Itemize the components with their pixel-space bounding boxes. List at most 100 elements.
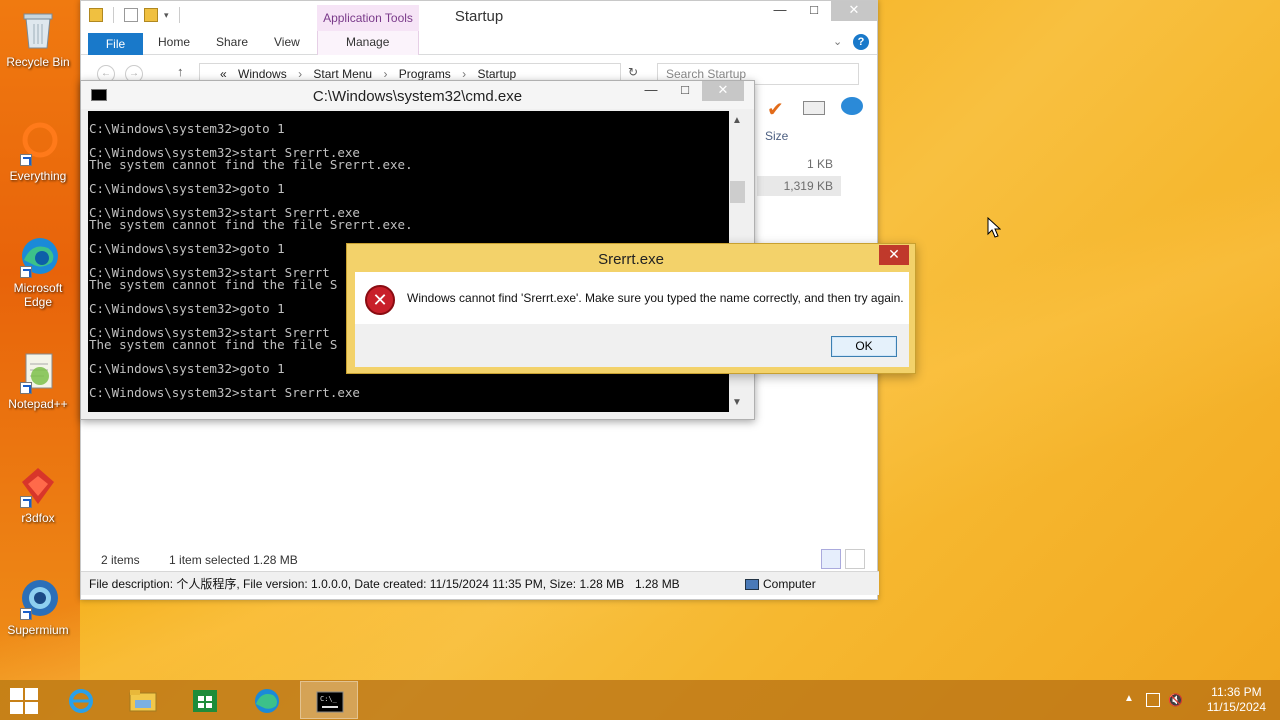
- close-button[interactable]: ✕: [831, 1, 877, 21]
- everything-icon: [16, 122, 60, 166]
- shortcut-arrow-icon: [20, 154, 32, 166]
- desktop-icon-label: Notepad++: [8, 397, 68, 411]
- window-title: Startup: [454, 8, 504, 25]
- minimize-button[interactable]: —: [763, 1, 797, 21]
- breadcrumb-item[interactable]: Start Menu: [313, 67, 372, 81]
- edge-icon: [16, 234, 60, 278]
- tab-home[interactable]: Home: [158, 35, 190, 49]
- taskbar-store[interactable]: [176, 681, 234, 719]
- desktop-icon-notepadpp[interactable]: Notepad++: [2, 350, 74, 411]
- desktop-icon-label: Recycle Bin: [6, 55, 70, 69]
- network-icon[interactable]: [1146, 693, 1160, 707]
- shortcut-arrow-icon: [20, 382, 32, 394]
- clock[interactable]: 11:36 PM 11/15/2024: [1207, 685, 1266, 715]
- chevron-down-icon[interactable]: ▼: [732, 397, 742, 408]
- scrollbar-thumb[interactable]: [730, 181, 745, 203]
- desktop-icon-supermium[interactable]: Supermium: [2, 576, 74, 637]
- notepadpp-icon: [16, 350, 60, 394]
- dialog-message: Windows cannot find 'Srerrt.exe'. Make s…: [407, 291, 904, 305]
- mouse-cursor-icon: [987, 216, 1002, 242]
- show-hidden-icons-icon[interactable]: ▲: [1124, 693, 1138, 707]
- column-header-size[interactable]: Size: [765, 129, 788, 143]
- chevron-down-icon[interactable]: ⌄: [833, 35, 842, 48]
- error-dialog: Srerrt.exe ✕ ✕ Windows cannot find 'Srer…: [346, 243, 916, 374]
- clock-time: 11:36 PM: [1211, 685, 1262, 699]
- desktop-icon-label: Everything: [9, 169, 67, 183]
- dialog-body: ✕ Windows cannot find 'Srerrt.exe'. Make…: [355, 272, 909, 324]
- refresh-icon[interactable]: ↻: [628, 65, 638, 79]
- taskbar-cmd[interactable]: C:\_: [300, 681, 358, 719]
- dialog-title-bar: Srerrt.exe ✕: [347, 244, 915, 272]
- file-size: 1 KB: [806, 157, 833, 171]
- window-controls: — □ ✕: [634, 81, 744, 101]
- taskbar-file-explorer[interactable]: [114, 681, 172, 719]
- folder-icon: [129, 690, 157, 712]
- desktop-icon-label: Microsoft Edge: [13, 281, 63, 309]
- maximize-button[interactable]: □: [797, 1, 831, 21]
- windows-logo-icon: [10, 688, 38, 714]
- desktop-icon-r3dfox[interactable]: r3dfox: [2, 464, 74, 525]
- shortcut-arrow-icon: [20, 608, 32, 620]
- help-icon[interactable]: ?: [853, 34, 869, 50]
- console-line: The system cannot find the file Srerrt.e…: [89, 157, 413, 172]
- large-icons-view-icon[interactable]: [845, 549, 865, 569]
- supermium-icon: [16, 576, 60, 620]
- breadcrumb-item[interactable]: Startup: [478, 67, 517, 81]
- cmd-title-bar: C:\Windows\system32\cmd.exe — □ ✕: [81, 81, 754, 109]
- close-button[interactable]: ✕: [702, 81, 744, 101]
- recycle-bin-icon: [16, 8, 60, 52]
- internet-explorer-icon: [69, 689, 93, 713]
- system-tray: ▲ 🔇 11:36 PM 11/15/2024: [1120, 680, 1280, 720]
- dialog-title: Srerrt.exe: [598, 251, 664, 268]
- view-toggle: [821, 549, 865, 569]
- desktop-icon-everything[interactable]: Everything: [2, 122, 74, 183]
- tab-manage[interactable]: Manage: [346, 35, 389, 49]
- maximize-button[interactable]: □: [668, 81, 702, 101]
- close-button[interactable]: ✕: [879, 245, 909, 265]
- breadcrumb-item[interactable]: Windows: [238, 67, 287, 81]
- console-line: C:\Windows\system32>goto 1: [89, 181, 285, 196]
- console-line: C:\Windows\system32>goto 1: [89, 121, 285, 136]
- status-bar: 2 items 1 item selected 1.28 MB: [101, 553, 324, 567]
- file-description: File description: 个人版程序, File version: 1…: [89, 577, 625, 591]
- tab-share[interactable]: Share: [216, 35, 248, 49]
- desktop-icon-edge[interactable]: Microsoft Edge: [2, 234, 74, 309]
- details-bar: File description: 个人版程序, File version: 1…: [81, 571, 879, 595]
- explorer-title-bar: ▾ Application Tools Startup — □ ✕: [81, 1, 877, 33]
- dialog-footer: OK: [355, 324, 909, 367]
- preview-pane-icon[interactable]: [803, 101, 825, 115]
- checkmark-icon[interactable]: ✔: [767, 97, 784, 122]
- breadcrumb-overflow[interactable]: «: [220, 67, 227, 81]
- edge-icon: [255, 689, 279, 713]
- console-line: C:\Windows\system32>start Srerrt.exe: [89, 385, 360, 400]
- desktop-icon-recycle-bin[interactable]: Recycle Bin: [2, 8, 74, 69]
- taskbar-internet-explorer[interactable]: [52, 681, 110, 719]
- breadcrumb: « Windows › Start Menu › Programs › Star…: [220, 67, 517, 81]
- store-icon: [193, 690, 217, 712]
- desktop-icon-label: Supermium: [7, 623, 69, 637]
- taskbar-edge[interactable]: [238, 681, 296, 719]
- minimize-button[interactable]: —: [634, 81, 668, 101]
- breadcrumb-item[interactable]: Programs: [399, 67, 451, 81]
- computer-icon: [745, 579, 759, 591]
- cmd-icon: C:\_: [316, 691, 344, 713]
- r3dfox-icon: [16, 464, 60, 508]
- tab-file[interactable]: File: [88, 33, 143, 55]
- clock-date: 11/15/2024: [1206, 700, 1266, 714]
- globe-icon[interactable]: [841, 97, 863, 115]
- details-view-icon[interactable]: [821, 549, 841, 569]
- console-line: The system cannot find the file Srerrt.e…: [89, 217, 413, 232]
- file-list-visible-portion: ✔ Size 1 KB 1,319 KB: [757, 89, 867, 229]
- chevron-up-icon[interactable]: ▲: [732, 115, 742, 126]
- start-button[interactable]: [0, 681, 50, 719]
- volume-muted-icon[interactable]: 🔇: [1168, 693, 1183, 707]
- tab-view[interactable]: View: [274, 35, 300, 49]
- svg-text:C:\_: C:\_: [320, 695, 338, 703]
- file-size: 1,319 KB: [783, 179, 833, 193]
- shortcut-arrow-icon: [20, 266, 32, 278]
- location-zone: Computer: [745, 572, 816, 596]
- desktop-icon-label: r3dfox: [21, 511, 55, 525]
- item-count: 2 items: [101, 553, 140, 567]
- up-button[interactable]: ↑: [177, 64, 184, 79]
- ok-button[interactable]: OK: [831, 336, 897, 357]
